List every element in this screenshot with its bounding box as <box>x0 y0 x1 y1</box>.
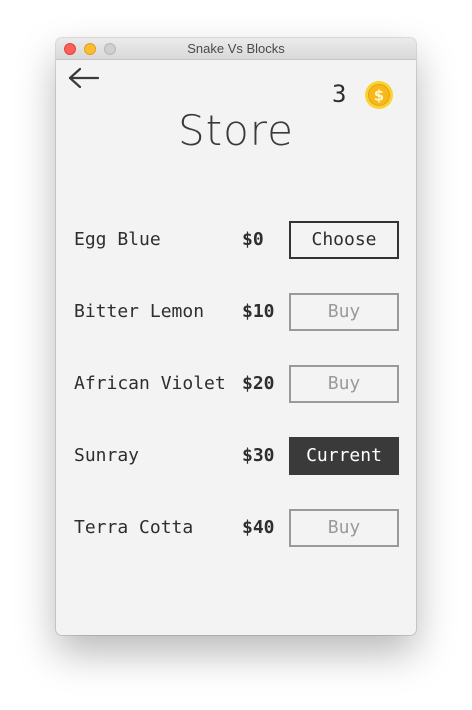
title-bar: Snake Vs Blocks <box>56 38 416 60</box>
buy-button[interactable]: Buy <box>289 365 399 403</box>
buy-button[interactable]: Buy <box>289 293 399 331</box>
svg-text:$: $ <box>374 87 384 105</box>
item-name: Terra Cotta <box>74 517 194 538</box>
item-price: $30 <box>242 445 275 466</box>
item-name: African Violet <box>74 373 226 394</box>
item-price: $10 <box>242 301 275 322</box>
buy-button[interactable]: Buy <box>289 509 399 547</box>
page-title: Store <box>177 106 294 155</box>
item-price: $40 <box>242 517 275 538</box>
store-item-sunray: Sunray $30 Current <box>56 437 416 475</box>
store-item-bitter-lemon: Bitter Lemon $10 Buy <box>56 293 416 331</box>
back-button[interactable] <box>68 66 100 90</box>
store-item-terra-cotta: Terra Cotta $40 Buy <box>56 509 416 547</box>
store-item-african-violet: African Violet $20 Buy <box>56 365 416 403</box>
store-item-egg-blue: Egg Blue $0 Choose <box>56 221 416 259</box>
item-name: Bitter Lemon <box>74 301 205 322</box>
choose-button[interactable]: Choose <box>289 221 399 259</box>
item-price: $0 <box>242 229 264 250</box>
item-price: $20 <box>242 373 275 394</box>
item-name: Egg Blue <box>74 229 161 250</box>
window-title: Snake Vs Blocks <box>187 41 285 56</box>
arrow-left-icon <box>68 67 100 89</box>
coin-count: 3 <box>332 80 347 108</box>
current-button[interactable]: Current <box>289 437 399 475</box>
app-window: Snake Vs Blocks 3 $ Store Egg Blue $0 Ch… <box>56 38 416 635</box>
item-name: Sunray <box>74 445 140 466</box>
